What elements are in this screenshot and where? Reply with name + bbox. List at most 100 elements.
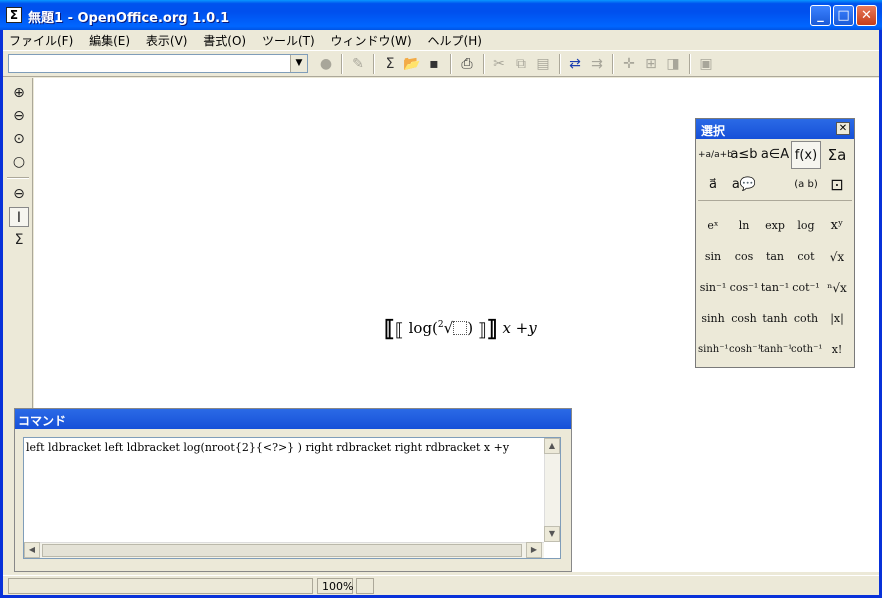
scroll-left-icon[interactable]: ◀ [24,542,40,558]
relations-category[interactable]: a≤b [729,141,759,169]
palette-close-button[interactable]: ✕ [836,122,850,135]
toolbar-separator [450,54,452,74]
zoom-level[interactable]: 100% [317,578,353,594]
set-operations-category[interactable]: a∈A [760,141,790,169]
horizontal-scrollbar[interactable]: ◀ ▶ [24,542,544,558]
func-abs[interactable]: |x| [822,304,852,334]
func-arccos[interactable]: cos⁻¹ [729,273,759,303]
others-category[interactable]: a💬 [729,171,759,199]
func-tan[interactable]: tan [760,242,790,272]
url-combobox[interactable]: ▼ [8,54,308,73]
func-arcoth[interactable]: coth⁻¹ [791,335,822,365]
navigator-icon[interactable]: ◨ [664,55,682,73]
toolbar-separator [7,177,29,179]
load-url-icon[interactable]: ● [317,55,335,73]
redo-icon[interactable]: ⇉ [588,55,606,73]
menu-edit[interactable]: 編集(E) [83,30,136,49]
func-log[interactable]: log [791,211,821,241]
func-sin[interactable]: sin [698,242,728,272]
attributes-category[interactable]: a⃗ [698,171,728,199]
formula-placeholder[interactable] [453,321,468,335]
func-factorial[interactable]: x! [822,335,852,365]
formula-cursor-icon[interactable]: I [9,207,29,227]
vertical-scrollbar[interactable]: ▲ ▼ [544,438,560,542]
menu-help[interactable]: ヘルプ(H) [422,30,488,49]
func-cosh[interactable]: cosh [729,304,759,334]
menu-view[interactable]: 表示(V) [140,30,194,49]
selection-palette: 選択 ✕ +a/a+b a≤b a∈A f(x) Σa a⃗ a💬 (a b) … [695,118,855,368]
func-arctan[interactable]: tan⁻¹ [760,273,790,303]
toolbar-separator [483,54,485,74]
menu-tools[interactable]: ツール(T) [256,30,321,49]
symbols-icon[interactable]: Σ [9,230,29,250]
functions-category[interactable]: f(x) [791,141,821,169]
paste-icon[interactable]: ▤ [534,55,552,73]
brackets-category[interactable]: (a b) [791,171,821,199]
outer-left-double-bracket: ⟦ [384,316,395,342]
palette-title: 選択 [696,119,854,139]
scroll-right-icon[interactable]: ▶ [526,542,542,558]
maximize-button[interactable]: □ [833,5,854,26]
edit-file-icon[interactable]: ✎ [349,55,367,73]
func-sinh[interactable]: sinh [698,304,728,334]
func-cot[interactable]: cot [791,242,821,272]
undo-icon[interactable]: ⇄ [566,55,584,73]
zoom-in-icon[interactable]: ⊕ [9,83,29,103]
command-window: コマンド left ldbracket left ldbracket log(n… [14,408,572,572]
scroll-thumb[interactable] [42,544,522,557]
func-arcsin[interactable]: sin⁻¹ [698,273,728,303]
gallery-icon[interactable]: ⊞ [642,55,660,73]
copy-icon[interactable]: ⧉ [512,55,530,73]
category-row: +a/a+b a≤b a∈A f(x) Σa a⃗ a💬 (a b) ⊡ [698,141,852,201]
scroll-down-icon[interactable]: ▼ [544,526,560,542]
toolbar-separator [689,54,691,74]
menu-window[interactable]: ウィンドウ(W) [324,30,417,49]
zoom-100-icon[interactable]: ⊙ [9,129,29,149]
func-exp-power[interactable]: eˣ [698,211,728,241]
zoom-out-icon[interactable]: ⊖ [9,106,29,126]
minimize-button[interactable]: _ [810,5,831,26]
func-coth[interactable]: coth [791,304,821,334]
func-exp[interactable]: exp [760,211,790,241]
cut-icon[interactable]: ✂ [490,55,508,73]
operators-category[interactable]: Σa [822,141,852,169]
close-button[interactable]: ✕ [856,5,877,26]
function-toolbar: ▼ ● ✎ Σ 📂 ▪ ⎙ ✂ ⧉ ▤ ⇄ ⇉ ✛ ⊞ ◨ ▣ [3,50,879,77]
formats-category[interactable]: ⊡ [822,171,852,199]
command-title: コマンド [15,409,571,429]
inner-left-double-bracket: ⟦ [394,320,404,341]
func-nroot[interactable]: ⁿ√x [822,273,852,303]
func-ln[interactable]: ln [729,211,759,241]
zoom-page-icon[interactable]: ○ [9,152,29,172]
dropdown-arrow-icon[interactable]: ▼ [290,55,307,72]
func-sqrt[interactable]: √x [822,242,852,272]
func-artanh[interactable]: tanh⁻¹ [760,335,792,365]
func-arcosh[interactable]: cosh⁻¹ [729,335,761,365]
toolbar-separator [612,54,614,74]
formula-log-suffix: ) [467,319,474,337]
image-icon[interactable]: ▣ [697,55,715,73]
crosshair-icon[interactable]: ✛ [620,55,638,73]
toolbar-separator [341,54,343,74]
unary-binary-category[interactable]: +a/a+b [698,141,733,169]
func-cos[interactable]: cos [729,242,759,272]
status-indicator [356,578,374,594]
window-title: 無題1 - OpenOffice.org 1.0.1 [28,11,230,26]
zoom-all-icon[interactable]: ⊖ [9,184,29,204]
menu-file[interactable]: ファイル(F) [3,30,79,49]
menu-format[interactable]: 書式(O) [197,30,252,49]
func-arsinh[interactable]: sinh⁻¹ [698,335,729,365]
command-text[interactable]: left ldbracket left ldbracket log(nroot{… [26,441,509,454]
formula-icon[interactable]: Σ [381,55,399,73]
app-icon[interactable]: Σ [6,7,22,23]
rendered-formula[interactable]: ⟦⟦ log(2√) ⟧⟧ x +y [384,316,537,342]
func-tanh[interactable]: tanh [760,304,790,334]
func-arccot[interactable]: cot⁻¹ [791,273,821,303]
open-folder-icon[interactable]: 📂 [403,55,421,73]
command-editor[interactable]: left ldbracket left ldbracket log(nroot{… [23,437,561,559]
title-bar[interactable]: Σ 無題1 - OpenOffice.org 1.0.1 _ □ ✕ [0,0,882,30]
save-icon[interactable]: ▪ [425,55,443,73]
func-power[interactable]: xʸ [822,211,852,241]
scroll-up-icon[interactable]: ▲ [544,438,560,454]
print-icon[interactable]: ⎙ [458,55,476,73]
